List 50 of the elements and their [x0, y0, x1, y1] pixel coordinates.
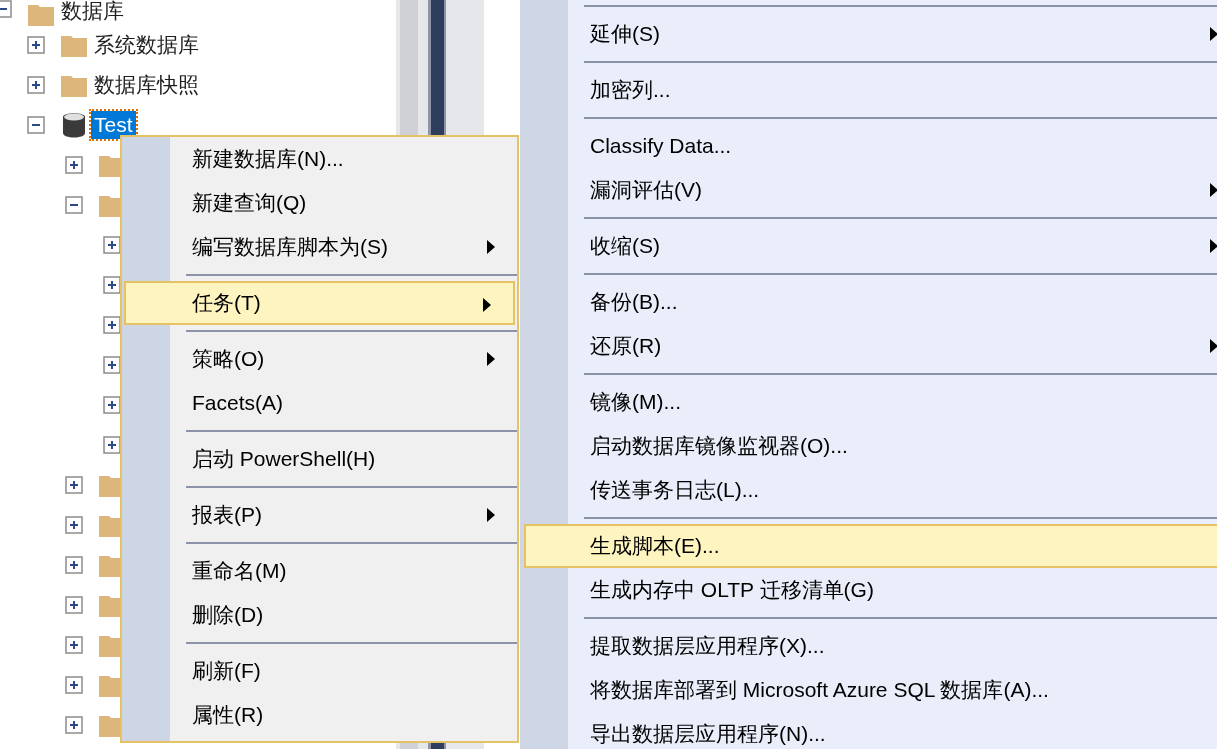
menu-item[interactable]: 新建查询(Q)	[122, 181, 517, 225]
expand-icon[interactable]	[65, 156, 83, 174]
expand-icon[interactable]	[103, 396, 121, 414]
expand-icon[interactable]	[27, 76, 45, 94]
menu-item[interactable]: 漏洞评估(V)	[522, 168, 1217, 212]
menu-item[interactable]: 备份(B)...	[522, 280, 1217, 324]
expand-icon[interactable]	[65, 596, 83, 614]
menu-item[interactable]: Classify Data...	[522, 124, 1217, 168]
menu-item[interactable]: 策略(O)	[122, 337, 517, 381]
collapse-icon[interactable]	[27, 116, 45, 134]
menu-item[interactable]: 延伸(S)	[522, 12, 1217, 56]
tree-item[interactable]: 数据库快照	[94, 71, 199, 99]
menu-item[interactable]: 镜像(M)...	[522, 380, 1217, 424]
menu-item[interactable]: 提取数据层应用程序(X)...	[522, 624, 1217, 668]
menu-item[interactable]: 生成内存中 OLTP 迁移清单(G)	[522, 568, 1217, 612]
menu-item[interactable]: 启动 PowerShell(H)	[122, 437, 517, 481]
expand-icon[interactable]	[103, 436, 121, 454]
tree-item[interactable]: 系统数据库	[94, 31, 199, 59]
menu-item[interactable]: 还原(R)	[522, 324, 1217, 368]
expand-icon[interactable]	[65, 516, 83, 534]
expand-icon[interactable]	[27, 36, 45, 54]
menu-item[interactable]: 删除(D)	[122, 593, 517, 637]
menu-item[interactable]: 传送事务日志(L)...	[522, 468, 1217, 512]
expand-icon[interactable]	[103, 316, 121, 334]
menu-item[interactable]: 新建数据库(N)...	[122, 137, 517, 181]
menu-item[interactable]: 报表(P)	[122, 493, 517, 537]
tree-item[interactable]: 数据库	[61, 0, 124, 22]
expand-icon[interactable]	[65, 476, 83, 494]
expand-icon[interactable]	[65, 636, 83, 654]
menu-item[interactable]: 编写数据库脚本为(S)	[122, 225, 517, 269]
expand-icon[interactable]	[65, 676, 83, 694]
menu-item[interactable]: Facets(A)	[122, 381, 517, 425]
menu-item[interactable]: 将数据库部署到 Microsoft Azure SQL 数据库(A)...	[522, 668, 1217, 712]
menu-item[interactable]: 重命名(M)	[122, 549, 517, 593]
expand-icon[interactable]	[103, 276, 121, 294]
collapse-icon[interactable]	[65, 196, 83, 214]
expand-icon[interactable]	[103, 236, 121, 254]
tree-item[interactable]: Test	[91, 111, 136, 139]
menu-item[interactable]: 刷新(F)	[122, 649, 517, 693]
menu-item[interactable]: 属性(R)	[122, 693, 517, 737]
expand-icon[interactable]	[103, 356, 121, 374]
menu-item[interactable]: 加密列...	[522, 68, 1217, 112]
menu-item[interactable]: 任务(T)	[124, 281, 515, 325]
menu-item[interactable]: 生成脚本(E)...	[524, 524, 1217, 568]
menu-item[interactable]: 导出数据层应用程序(N)...	[522, 712, 1217, 749]
expand-icon[interactable]	[65, 716, 83, 734]
menu-item[interactable]: 启动数据库镜像监视器(O)...	[522, 424, 1217, 468]
expand-icon[interactable]	[65, 556, 83, 574]
database-icon	[60, 111, 88, 139]
menu-item[interactable]: 收缩(S)	[522, 224, 1217, 268]
